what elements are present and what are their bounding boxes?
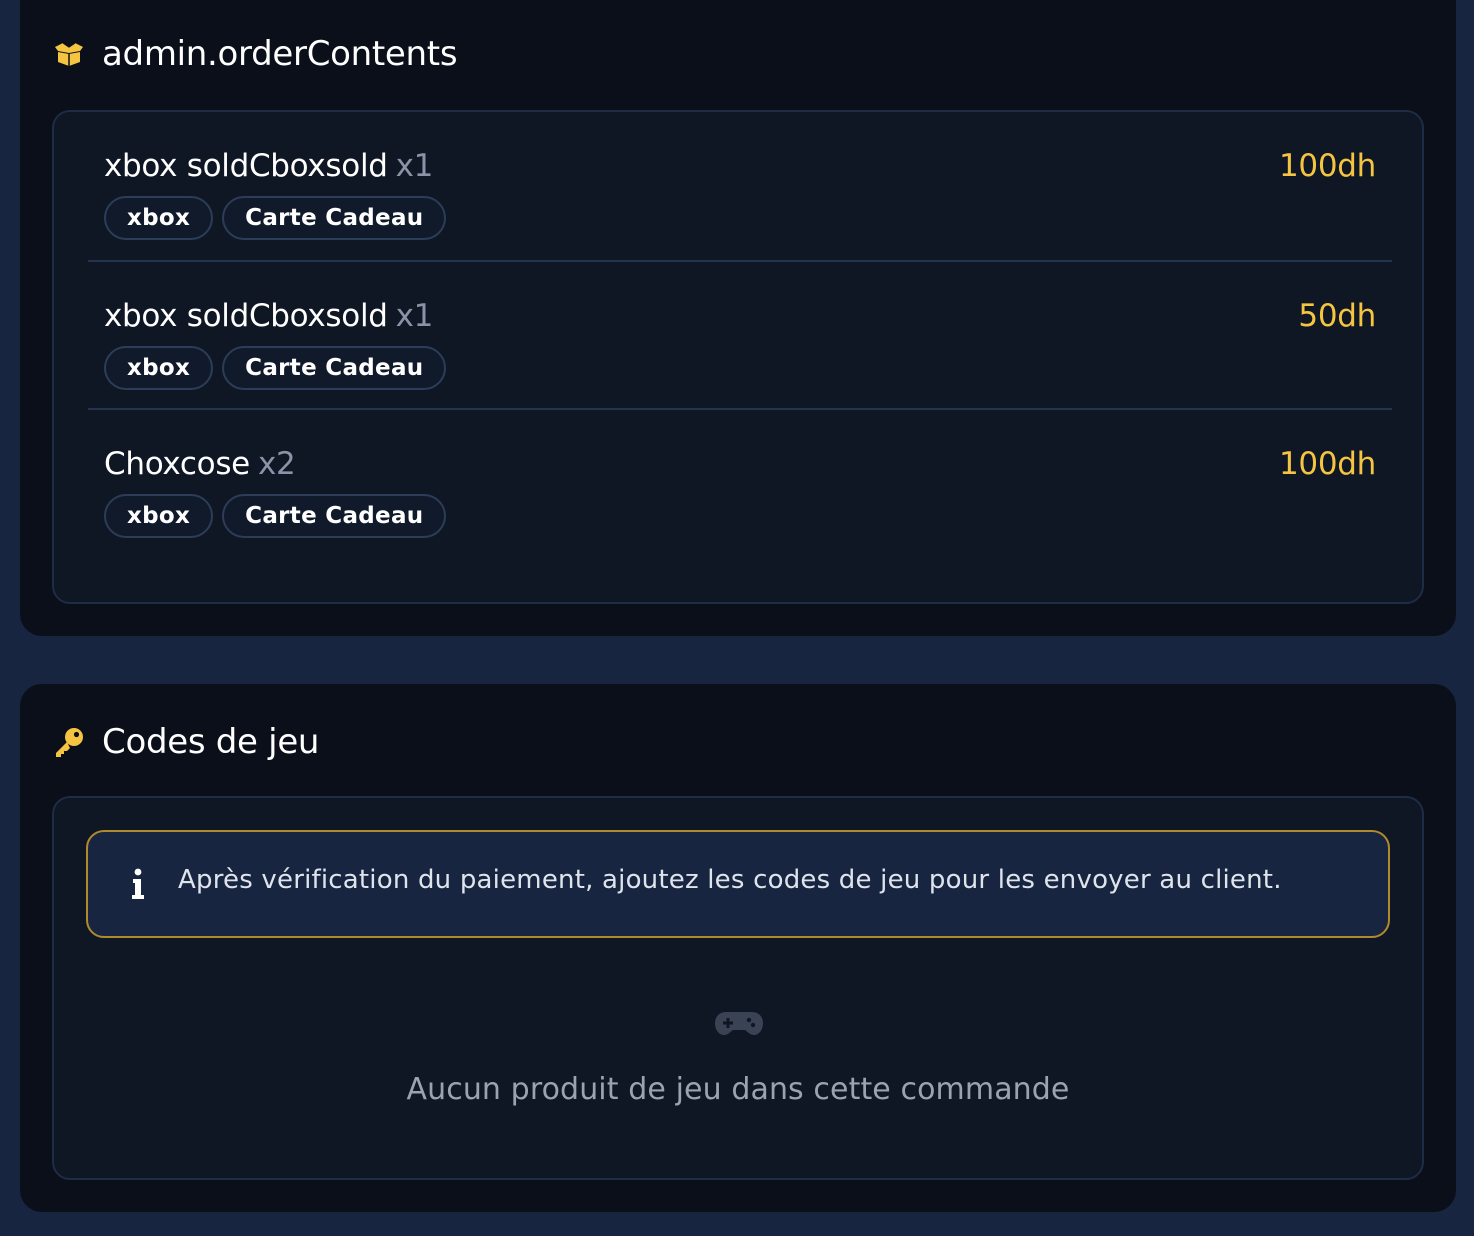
- notice-text: Après vérification du paiement, ajoutez …: [178, 865, 1282, 895]
- game-codes-panel: Après vérification du paiement, ajoutez …: [52, 796, 1424, 1180]
- game-codes-header: Codes de jeu: [52, 722, 319, 762]
- order-contents-title: admin.orderContents: [102, 34, 458, 74]
- item-quantity: x1: [395, 298, 434, 334]
- order-items-list: xbox soldCboxsold x1 100dh xbox Carte Cad…: [52, 110, 1424, 604]
- item-tags: xbox Carte Cadeau: [104, 494, 447, 538]
- box-open-icon: [52, 37, 86, 71]
- item-name: xbox soldCboxsold: [104, 298, 388, 334]
- item-quantity: x1: [395, 148, 434, 184]
- item-price: 100dh: [1279, 148, 1376, 184]
- item-tags: xbox Carte Cadeau: [104, 346, 447, 390]
- item-price: 100dh: [1279, 446, 1376, 482]
- info-icon: [128, 868, 148, 900]
- game-codes-title: Codes de jeu: [102, 722, 320, 762]
- key-icon: [52, 725, 86, 759]
- tag-badge: Carte Cadeau: [222, 494, 447, 538]
- item-tags: xbox Carte Cadeau: [104, 196, 447, 240]
- order-contents-header: admin.orderContents: [52, 34, 458, 74]
- gamepad-icon: [714, 1010, 764, 1040]
- order-item: Choxcose x2 100dh xbox Carte Cadeau: [88, 408, 1392, 556]
- tag-badge: xbox: [104, 196, 214, 240]
- tag-badge: xbox: [104, 494, 214, 538]
- order-item: xbox soldCboxsold x1 50dh xbox Carte Cade…: [88, 260, 1392, 408]
- empty-state-text: Aucun produit de jeu dans cette commande: [406, 1072, 1070, 1107]
- item-price: 50dh: [1298, 298, 1376, 334]
- item-name: Choxcose: [104, 446, 250, 482]
- order-contents-card: admin.orderContents xbox soldCboxsold x1 …: [20, 0, 1456, 636]
- tag-badge: Carte Cadeau: [222, 346, 447, 390]
- order-item: xbox soldCboxsold x1 100dh xbox Carte Cad…: [88, 112, 1392, 260]
- tag-badge: Carte Cadeau: [222, 196, 447, 240]
- info-notice: Après vérification du paiement, ajoutez …: [86, 830, 1390, 938]
- game-codes-card: Codes de jeu Après vérification du paiem…: [20, 684, 1456, 1212]
- item-name: xbox soldCboxsold: [104, 148, 388, 184]
- tag-badge: xbox: [104, 346, 214, 390]
- item-quantity: x2: [257, 446, 296, 482]
